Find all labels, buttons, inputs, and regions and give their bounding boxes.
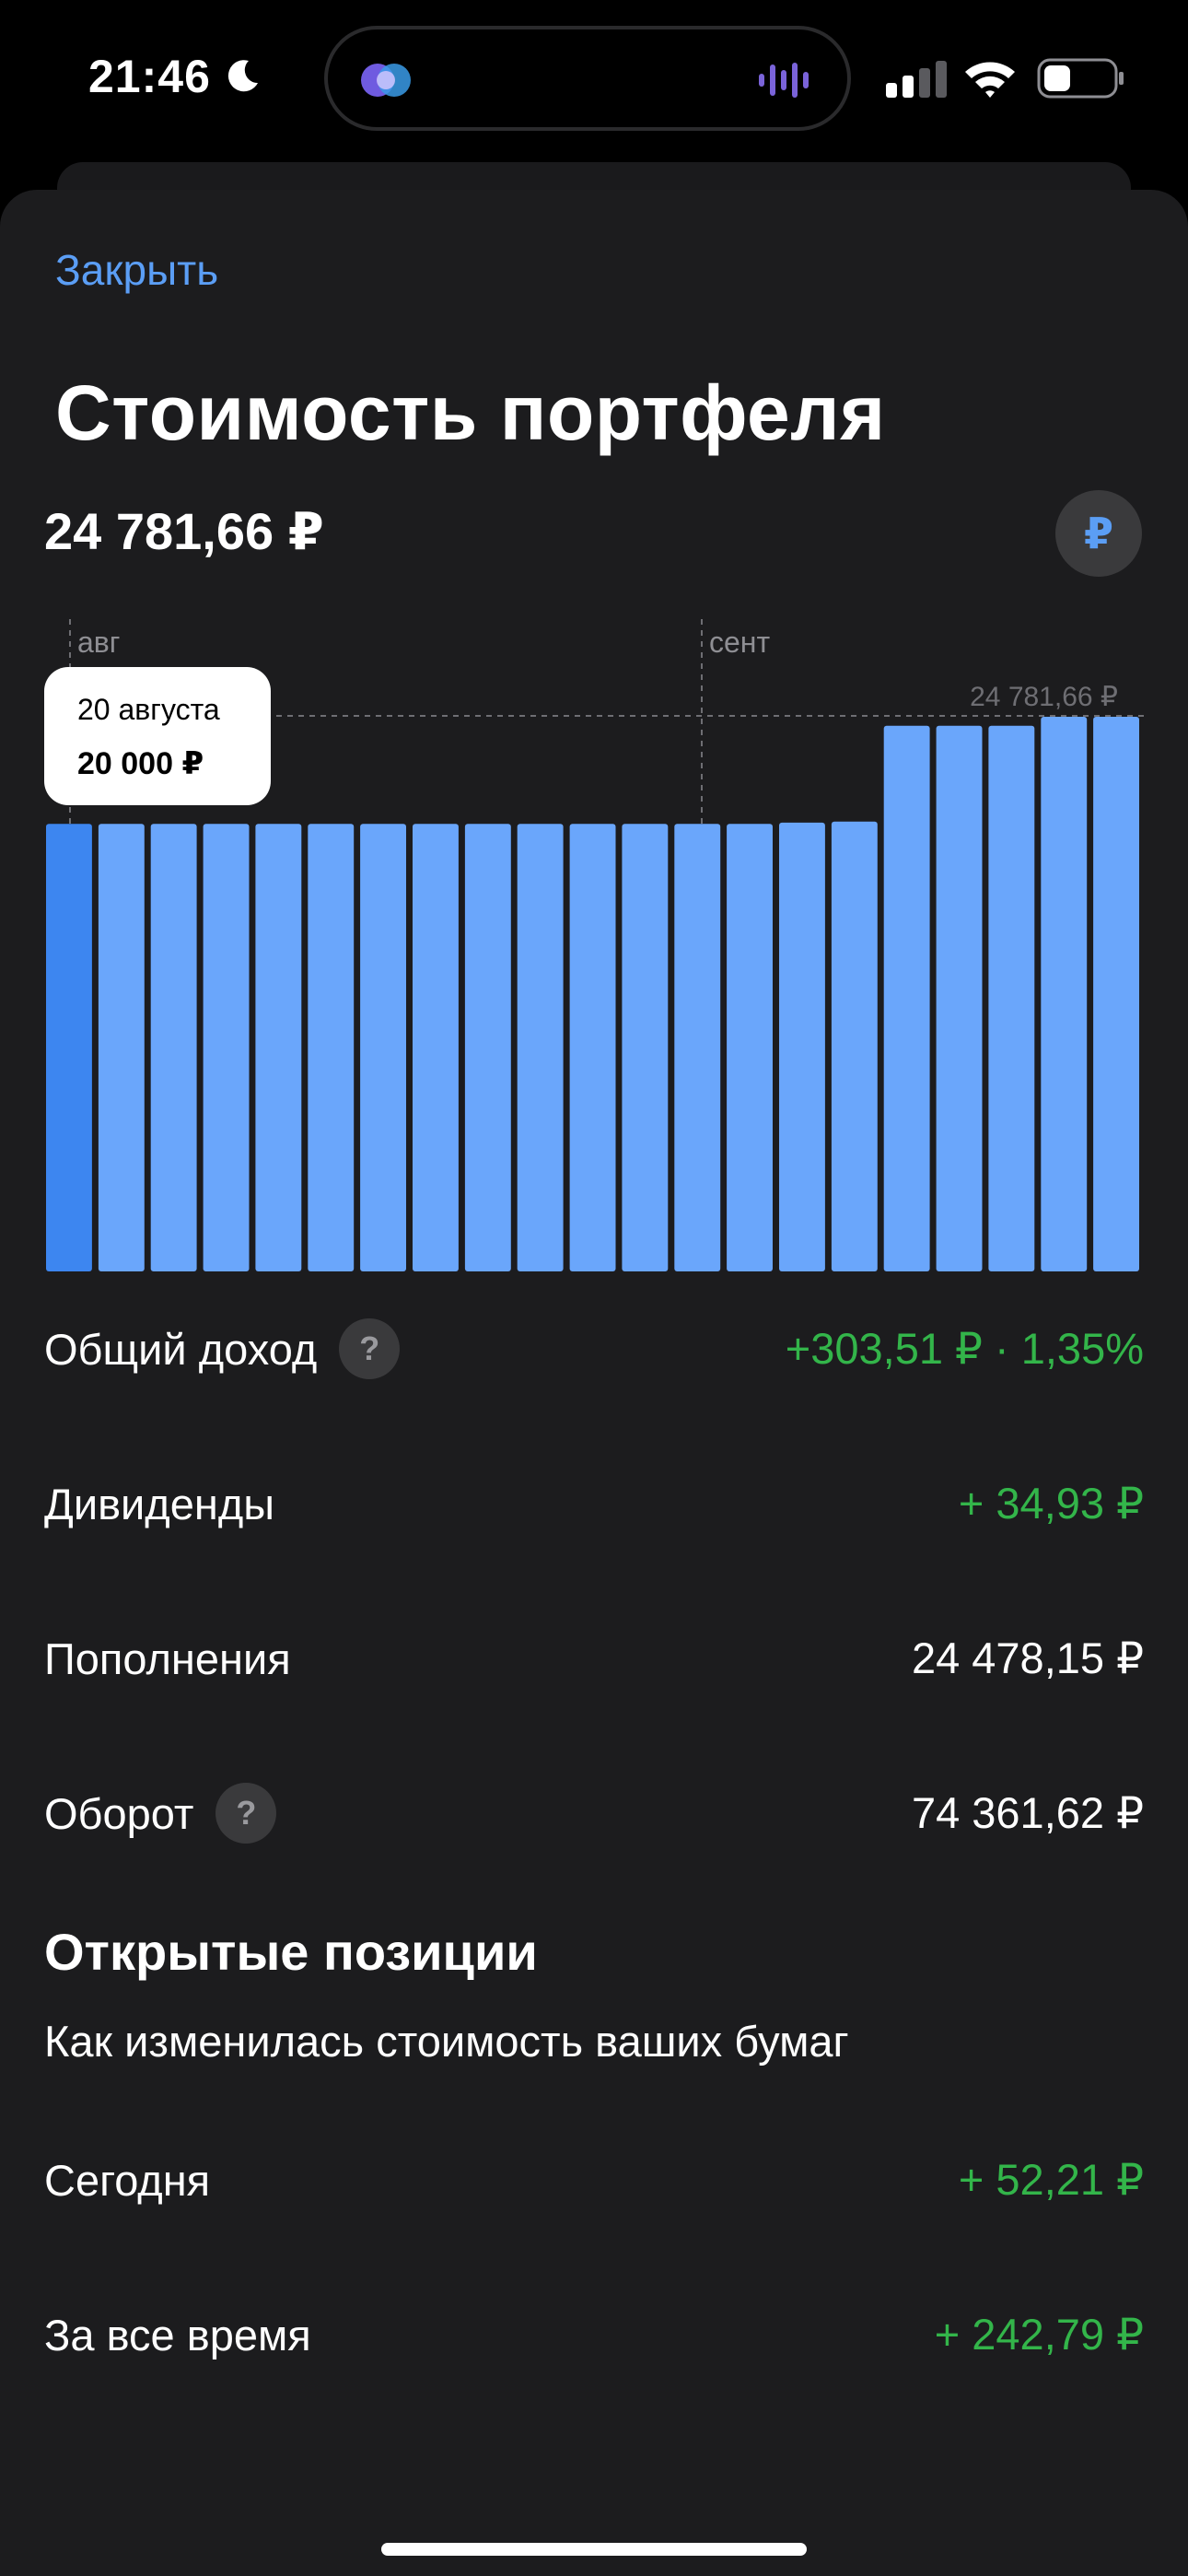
position-label: Сегодня [44, 2155, 211, 2205]
stat-label: Оборот [44, 1788, 194, 1838]
chart-bar-12[interactable] [674, 824, 721, 1271]
stat-label: Общий доход [44, 1324, 318, 1374]
siri-orb-icon [361, 64, 411, 97]
status-time: 21:46 [88, 51, 211, 102]
chart-bar-5[interactable] [308, 824, 355, 1271]
chart-bar-15[interactable] [831, 821, 878, 1271]
chart-bar-18[interactable] [988, 725, 1035, 1271]
stat-value: + 34,93 ₽ [958, 1479, 1144, 1528]
stat-label: Пополнения [44, 1633, 291, 1683]
stat-value: 24 478,15 ₽ [911, 1633, 1144, 1682]
home-indicator[interactable] [381, 2543, 807, 2556]
chart-bar-11[interactable] [622, 824, 669, 1271]
dynamic-island [324, 26, 851, 131]
chart-bar-19[interactable] [1041, 717, 1088, 1271]
position-value: + 52,21 ₽ [958, 2155, 1144, 2204]
chart-bar-17[interactable] [936, 725, 983, 1271]
portfolio-total: 24 781,66 ₽ [44, 502, 324, 560]
section-title-open-positions: Открытые позиции [44, 1923, 538, 1981]
close-button[interactable]: Закрыть [55, 245, 218, 295]
stat-value: +303,51 ₽ · 1,35% [785, 1324, 1144, 1373]
status-bar: 21:46 [0, 0, 1188, 166]
page-title: Стоимость портфеля [55, 369, 886, 456]
chart-bar-14[interactable] [779, 822, 825, 1271]
stat-row-total-income: Общий доход ? +303,51 ₽ · 1,35% [44, 1312, 1144, 1386]
chart-tooltip: 20 августа 20 000 ₽ [44, 667, 271, 805]
position-row-all-time: За все время + 242,79 ₽ [44, 2298, 1144, 2371]
help-icon[interactable]: ? [215, 1783, 277, 1844]
audio-wave-icon [759, 63, 809, 98]
position-value: + 242,79 ₽ [934, 2310, 1144, 2359]
tooltip-date: 20 августа [77, 693, 220, 726]
chart-bar-13[interactable] [727, 824, 773, 1271]
month-label-sep: сент [709, 626, 770, 659]
chart-bar-20[interactable] [1093, 717, 1139, 1271]
month-label-aug: авг [77, 626, 120, 659]
chart-bar-1[interactable] [98, 824, 145, 1271]
chart-bar-16[interactable] [883, 725, 930, 1271]
chart-bar-3[interactable] [203, 824, 250, 1271]
cellular-signal-icon [886, 61, 947, 98]
section-subtitle: Как изменилась стоимость ваших бумаг [44, 2017, 849, 2066]
position-label: За все время [44, 2310, 311, 2359]
chart-bar-10[interactable] [569, 824, 616, 1271]
position-row-today: Сегодня + 52,21 ₽ [44, 2143, 1144, 2217]
chart-bar-6[interactable] [360, 824, 406, 1271]
stat-row-turnover: Оборот ? 74 361,62 ₽ [44, 1776, 1144, 1850]
chart-bar-8[interactable] [464, 824, 511, 1271]
chart-bar-9[interactable] [517, 824, 564, 1271]
stat-value: 74 361,62 ₽ [911, 1788, 1144, 1837]
ruble-icon: ₽ [1083, 509, 1113, 557]
chart-bar-7[interactable] [413, 824, 459, 1271]
wifi-icon [965, 62, 1015, 98]
moon-icon [227, 60, 258, 92]
stat-label: Дивиденды [44, 1479, 275, 1528]
help-icon[interactable]: ? [339, 1318, 401, 1379]
currency-toggle-button[interactable]: ₽ [1055, 490, 1142, 577]
tooltip-value: 20 000 ₽ [77, 746, 204, 781]
battery-icon [1037, 58, 1124, 99]
chart-bar-0[interactable] [46, 824, 92, 1271]
stat-row-dividends: Дивиденды + 34,93 ₽ [44, 1467, 1144, 1540]
chart-bar-4[interactable] [255, 824, 302, 1271]
stat-row-deposits: Пополнения 24 478,15 ₽ [44, 1622, 1144, 1695]
chart-bar-2[interactable] [150, 824, 197, 1271]
max-value-label: 24 781,66 ₽ [970, 682, 1118, 712]
